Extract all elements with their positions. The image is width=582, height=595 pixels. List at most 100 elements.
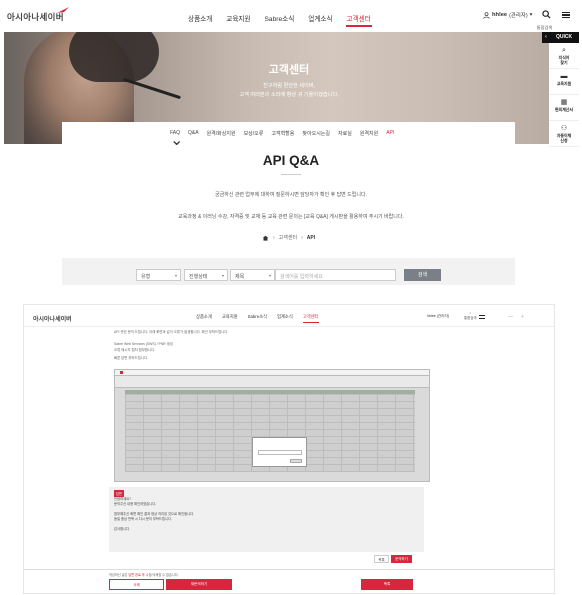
chevron-right-icon: › (301, 234, 303, 241)
nav-item-education[interactable]: 교육지원 (222, 314, 238, 320)
hero-subtitle-line2: 고객 여러분의 소리에 항상 귀 기울이겠습니다. (239, 92, 339, 98)
quick-item-label: 찾기 (560, 60, 568, 65)
answer-line: 감사합니다. (114, 527, 131, 531)
quick-menu: ‹ QUICK ⌕ 지식어 찾기 ▬ 교육지원 ▦ 편의계산서 ⚇ 자동이체 신… (542, 32, 579, 147)
re-ask-button[interactable]: 재문의하기 (166, 579, 232, 590)
search-button[interactable]: 통합검색 (536, 6, 553, 31)
quick-label: QUICK (555, 34, 573, 40)
search-label: 통합검색 (464, 316, 477, 320)
site-header: 아시아나세이버 상품소개 교육지원 Sabre소식 업계소식 고객센터 hhle… (0, 0, 582, 32)
breadcrumb-level2: API (306, 234, 316, 241)
screenshot-dialog-field (258, 450, 302, 455)
tab-qna[interactable]: Q&A (188, 130, 199, 137)
attached-screenshot (114, 369, 430, 482)
qna-list-page: 아시아나세이버 상품소개 교육지원 Sabre소식 업계소식 고객센터 hhle… (0, 0, 582, 285)
hamburger-menu-icon[interactable] (562, 12, 570, 18)
nav-item-products[interactable]: 상품소개 (196, 314, 212, 320)
tab-archive[interactable]: 자료실 (338, 130, 352, 137)
hero-title: 고객센터 (268, 64, 310, 76)
home-icon[interactable] (262, 235, 269, 241)
page-title: API Q&A (262, 153, 320, 168)
post-body-line: API 관련 문의 드립니다. 아래 화면과 같이 오류가 발생합니다. 확인 … (114, 330, 229, 334)
intro-text-2: 교육과정 & 이러닝 수강, 자격증 및 교재 등 교육 관련 문의는 [교육 … (178, 214, 404, 220)
breadcrumb: › 고객센터 › API (262, 234, 315, 241)
site-logo[interactable]: 아시아나세이버 (33, 314, 72, 323)
user-menu[interactable]: hhlee (관리자) (427, 314, 449, 319)
quick-item-autopay[interactable]: ⚇ 자동이체 신청 (549, 121, 579, 147)
list-button[interactable]: 목록 (374, 555, 389, 563)
edit-note-suffix: 수정/삭제할 수 없습니다. (145, 573, 179, 577)
user-role: (관리자) (509, 13, 528, 19)
nav-item-products[interactable]: 상품소개 (188, 13, 212, 23)
tab-active-marker-icon: ⌄ (170, 132, 184, 149)
search-submit-button[interactable]: 검색 (404, 269, 441, 281)
search-icon: ⌕ (562, 47, 566, 54)
user-plus-icon: ⚇ (560, 125, 568, 132)
nav-item-customer-center[interactable]: 고객센터 (302, 314, 319, 323)
hamburger-menu-icon[interactable] (479, 315, 485, 319)
search-button[interactable]: ⌕ 통합검색 (464, 311, 476, 320)
hero-subtitle-line1: 친구처럼 편안한 세이버, (262, 83, 316, 89)
quick-item-education[interactable]: ▬ 교육지원 (549, 69, 579, 95)
edit-note-highlight: 답변 완료 후 (128, 573, 145, 577)
title-divider (281, 174, 301, 175)
intro-text-1: 궁금하신 관련 업무에 대하여 질문하시면 담당자가 확인 후 답변 드립니다. (215, 192, 367, 198)
answer-line: 동일 증상 반복 시 다시 문의 부탁드립니다. (114, 517, 172, 521)
chevron-left-icon[interactable]: ‹ (542, 32, 550, 43)
hero-subtitle: 친구처럼 편안한 세이버, 고객 여러분의 소리에 항상 귀 기울이겠습니다. (204, 82, 374, 100)
screenshot-dialog (252, 437, 307, 467)
nav-item-sabre-news[interactable]: Sabre소식 (248, 314, 267, 320)
logo-wing-icon (57, 7, 69, 13)
answer-line: 문의주신 내용 확인하였습니다. (114, 502, 157, 506)
nav-item-education[interactable]: 교육지원 (226, 13, 250, 23)
global-nav: 상품소개 교육지원 Sabre소식 업계소식 고객센터 (188, 13, 385, 27)
caret-down-icon: ▾ (529, 12, 533, 18)
window-controls-icon[interactable]: —+ (508, 314, 532, 320)
search-label: 통합검색 (536, 25, 553, 30)
list-button-bottom[interactable]: 목록 (361, 579, 413, 590)
quick-header[interactable]: ‹ QUICK (542, 32, 579, 43)
detail-header: 아시아나세이버 상품소개 교육지원 Sabre소식 업계소식 고객센터 hhle… (24, 305, 554, 327)
field-select-value: 제목 (235, 274, 245, 280)
tab-remote-support[interactable]: 원격지원 (360, 130, 378, 137)
nav-item-sabre-news[interactable]: Sabre소식 (265, 13, 295, 23)
quick-item-label: 신청 (560, 138, 568, 143)
status-select[interactable]: 진행상태 ▾ (184, 269, 228, 281)
qna-detail-page: 아시아나세이버 상품소개 교육지원 Sabre소식 업계소식 고객센터 hhle… (23, 304, 555, 594)
global-nav: 상품소개 교육지원 Sabre소식 업계소식 고객센터 (196, 314, 329, 323)
nav-item-industry-news[interactable]: 업계소식 (277, 314, 293, 320)
tab-customer[interactable]: 고객혁할용 (271, 130, 294, 137)
type-select[interactable]: 유형 ▾ (136, 269, 181, 281)
quick-item-label: 교육지원 (556, 81, 572, 86)
book-icon: ▬ (560, 73, 568, 80)
tab-api[interactable]: API (386, 130, 394, 137)
chevron-down-icon: ▾ (174, 273, 177, 278)
search-icon (541, 10, 551, 19)
nav-item-industry-news[interactable]: 업계소식 (308, 13, 332, 23)
user-name: hhlee (492, 12, 508, 18)
tab-compensation[interactable]: 보상/오류 (244, 130, 264, 137)
post-body-line: Sabre Web Services (SWS) / PNR 생성 (114, 342, 173, 346)
app-icon (120, 371, 123, 374)
screenshot-dialog-button (290, 459, 302, 463)
field-select[interactable]: 제목 ▾ (230, 269, 275, 281)
post-body-line: 오류 메시지 캡처 첨부합니다. (114, 348, 156, 352)
user-icon (483, 11, 490, 19)
chevron-right-icon: › (273, 234, 275, 241)
breadcrumb-level1[interactable]: 고객센터 (279, 234, 297, 241)
quick-item-invoice[interactable]: ▦ 편의계산서 (549, 95, 579, 121)
question-button[interactable]: 문의하기 (391, 555, 412, 563)
edit-note-prefix: 작성하신 글은 (109, 573, 128, 577)
tab-directions[interactable]: 찾아오시는길 (302, 130, 330, 137)
chevron-down-icon: ▾ (221, 273, 224, 278)
type-select-value: 유형 (141, 274, 151, 280)
nav-item-customer-center[interactable]: 고객센터 (345, 13, 373, 27)
calculator-icon: ▦ (560, 99, 568, 106)
footer-divider (24, 569, 554, 570)
keyword-input[interactable]: 검색어를 입력하세요 (275, 269, 396, 281)
user-menu[interactable]: hhlee (관리자) ▾ (483, 11, 532, 19)
sub-tabs: FAQ Q&A 원격/화상지원 보상/오류 고객혁할용 찾아오시는길 자료실 원… (170, 130, 402, 137)
quick-item-knowledge[interactable]: ⌕ 지식어 찾기 (549, 43, 579, 69)
tab-remote-video[interactable]: 원격/화상지원 (207, 130, 236, 137)
delete-button[interactable]: 삭제 (109, 579, 164, 590)
